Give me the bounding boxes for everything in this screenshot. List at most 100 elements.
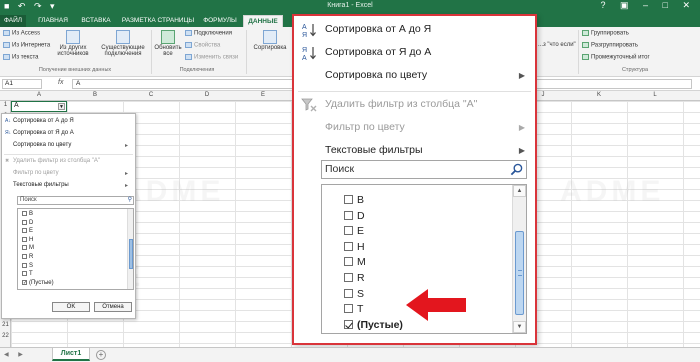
filter-value-item[interactable]: (Пустые) (344, 319, 403, 331)
tab-data[interactable]: ДАННЫЕ (243, 15, 283, 27)
cell-a1[interactable]: A ▼ (11, 101, 67, 112)
filter-value-item[interactable]: ✓ (Пустые) (22, 279, 54, 286)
checkbox[interactable] (22, 271, 27, 277)
column-header[interactable]: C (123, 92, 179, 98)
tab-formulas[interactable]: ФОРМУЛЫ (200, 15, 240, 27)
filter-value-item[interactable]: R (22, 254, 33, 260)
filter-value-item[interactable]: T (22, 271, 33, 277)
search-input-small[interactable]: Поиск ⚲ (17, 196, 134, 205)
properties-button[interactable]: Свойства (185, 42, 220, 49)
ok-button[interactable]: OK (52, 302, 90, 312)
add-sheet-button[interactable]: + (96, 350, 106, 360)
scrollbar-thumb[interactable] (515, 231, 524, 315)
checkbox[interactable] (344, 226, 353, 236)
connections-button[interactable]: Подключения (185, 30, 232, 37)
filter-value-item[interactable]: T (344, 303, 363, 315)
edit-links-button[interactable]: Изменить связи (185, 54, 238, 61)
checkbox[interactable] (22, 228, 27, 234)
filter-by-color-item[interactable]: Фильтр по цвету ▶ (301, 120, 531, 136)
checkbox[interactable] (344, 304, 353, 314)
tab-file[interactable]: ФАЙЛ (0, 15, 26, 27)
sheet-nav-arrows[interactable]: ◀ ▶ (4, 351, 27, 358)
checkbox[interactable] (344, 319, 353, 329)
subtotal-icon (582, 54, 589, 60)
filter-value-item[interactable]: E (344, 225, 364, 237)
group-button[interactable]: Группировать (582, 30, 629, 37)
checkbox[interactable] (22, 211, 27, 216)
scrollbar[interactable] (127, 209, 133, 289)
checkbox[interactable] (22, 254, 27, 259)
tab-home[interactable]: ГЛАВНАЯ (33, 15, 73, 27)
filter-value-label: D (357, 209, 365, 222)
checkbox[interactable] (344, 273, 353, 282)
filter-value-item[interactable]: H (344, 241, 365, 253)
sort-desc-item[interactable]: Я↓ Сортировка от Я до А (5, 130, 74, 136)
checkbox[interactable] (344, 288, 353, 298)
checkbox[interactable] (22, 236, 27, 242)
filter-value-item[interactable]: D (344, 210, 365, 222)
scrollbar[interactable]: ▲ ▼ (512, 185, 526, 333)
column-header[interactable]: B (67, 92, 123, 98)
from-web-button[interactable]: Из Интернета (3, 42, 50, 49)
checkbox[interactable]: ✓ (22, 279, 27, 285)
column-header[interactable]: L (627, 92, 683, 98)
subtotal-button[interactable]: Промежуточный итог (582, 54, 650, 61)
checkbox[interactable] (22, 262, 27, 268)
existing-connections-button[interactable]: Существующие подключения (98, 30, 148, 57)
sort-by-color-item[interactable]: Сортировка по цвету ▶ (301, 68, 531, 84)
checkbox[interactable] (344, 210, 353, 220)
column-header[interactable]: E (235, 92, 291, 98)
filter-value-item[interactable]: M (344, 256, 366, 268)
row-header[interactable]: 22 (0, 333, 11, 339)
checkbox[interactable] (22, 245, 27, 251)
row-header[interactable]: 1 (0, 102, 11, 108)
fx-icon[interactable]: fx (58, 79, 63, 86)
sort-asc-item[interactable]: AЯ Сортировка от А до Я (301, 22, 531, 38)
text-filters-item[interactable]: Текстовые фильтры ▸ (5, 182, 133, 189)
name-box[interactable]: A1 (2, 79, 42, 89)
sort-by-color-item[interactable]: Сортировка по цвету ▸ (5, 142, 133, 149)
sort-desc-item[interactable]: ЯA Сортировка от Я до А (301, 45, 531, 61)
refresh-all-button[interactable]: Обновить все (153, 30, 183, 57)
filter-values-list-small[interactable]: B D E H M R S T ✓ (Пустые) (17, 208, 134, 290)
row-header[interactable]: 21 (0, 322, 11, 328)
filter-value-item[interactable]: D (22, 219, 33, 226)
filter-value-item[interactable]: S (344, 288, 364, 300)
search-input[interactable]: Поиск (321, 160, 527, 179)
checkbox[interactable] (344, 241, 353, 251)
sort-button[interactable]: Сортировка (252, 30, 288, 51)
from-access-button[interactable]: Из Access (3, 30, 40, 37)
filter-dropdown-button[interactable]: ▼ (58, 103, 65, 110)
filter-value-item[interactable]: B (22, 211, 33, 217)
checkbox[interactable] (344, 257, 353, 267)
clear-filter-item[interactable]: ✖ Удалить фильтр из столбца "A" (5, 158, 100, 164)
scroll-up-button[interactable]: ▲ (513, 185, 526, 197)
column-header[interactable]: K (571, 92, 627, 98)
cancel-button[interactable]: Отмена (94, 302, 132, 312)
filter-value-item[interactable]: E (22, 228, 33, 234)
scroll-down-button[interactable]: ▼ (513, 321, 526, 333)
checkbox[interactable] (22, 219, 27, 225)
filter-by-color-item[interactable]: Фильтр по цвету ▸ (5, 170, 133, 177)
filter-value-item[interactable]: R (344, 272, 365, 284)
tab-page-layout[interactable]: РАЗМЕТКА СТРАНИЦЫ (118, 15, 198, 27)
sheet-tab-1[interactable]: Лист1 (52, 348, 90, 361)
filter-value-item[interactable]: H (22, 236, 33, 243)
checkbox[interactable] (344, 195, 353, 204)
from-other-sources-button[interactable]: Из других источников (52, 30, 94, 57)
what-if-button[interactable]: ...з "что если" (538, 42, 576, 48)
from-text-button[interactable]: Из текста (3, 54, 38, 61)
filter-value-item[interactable]: S (22, 262, 33, 269)
tab-insert[interactable]: ВСТАВКА (76, 15, 116, 27)
ungroup-button[interactable]: Разгруппировать (582, 42, 638, 49)
column-header[interactable]: D (179, 92, 235, 98)
filter-value-item[interactable]: B (344, 194, 364, 206)
scrollbar-thumb[interactable] (129, 239, 133, 269)
svg-text:A: A (302, 24, 307, 31)
column-header[interactable]: A (11, 92, 67, 98)
text-filters-item[interactable]: Текстовые фильтры ▶ (301, 143, 531, 159)
window-controls[interactable]: ? ▣ – □ ✕ (601, 0, 697, 11)
clear-filter-item[interactable]: Удалить фильтр из столбца "A" (301, 97, 531, 113)
filter-value-item[interactable]: M (22, 245, 34, 251)
sort-asc-item[interactable]: A↓ Сортировка от А до Я (5, 118, 74, 124)
